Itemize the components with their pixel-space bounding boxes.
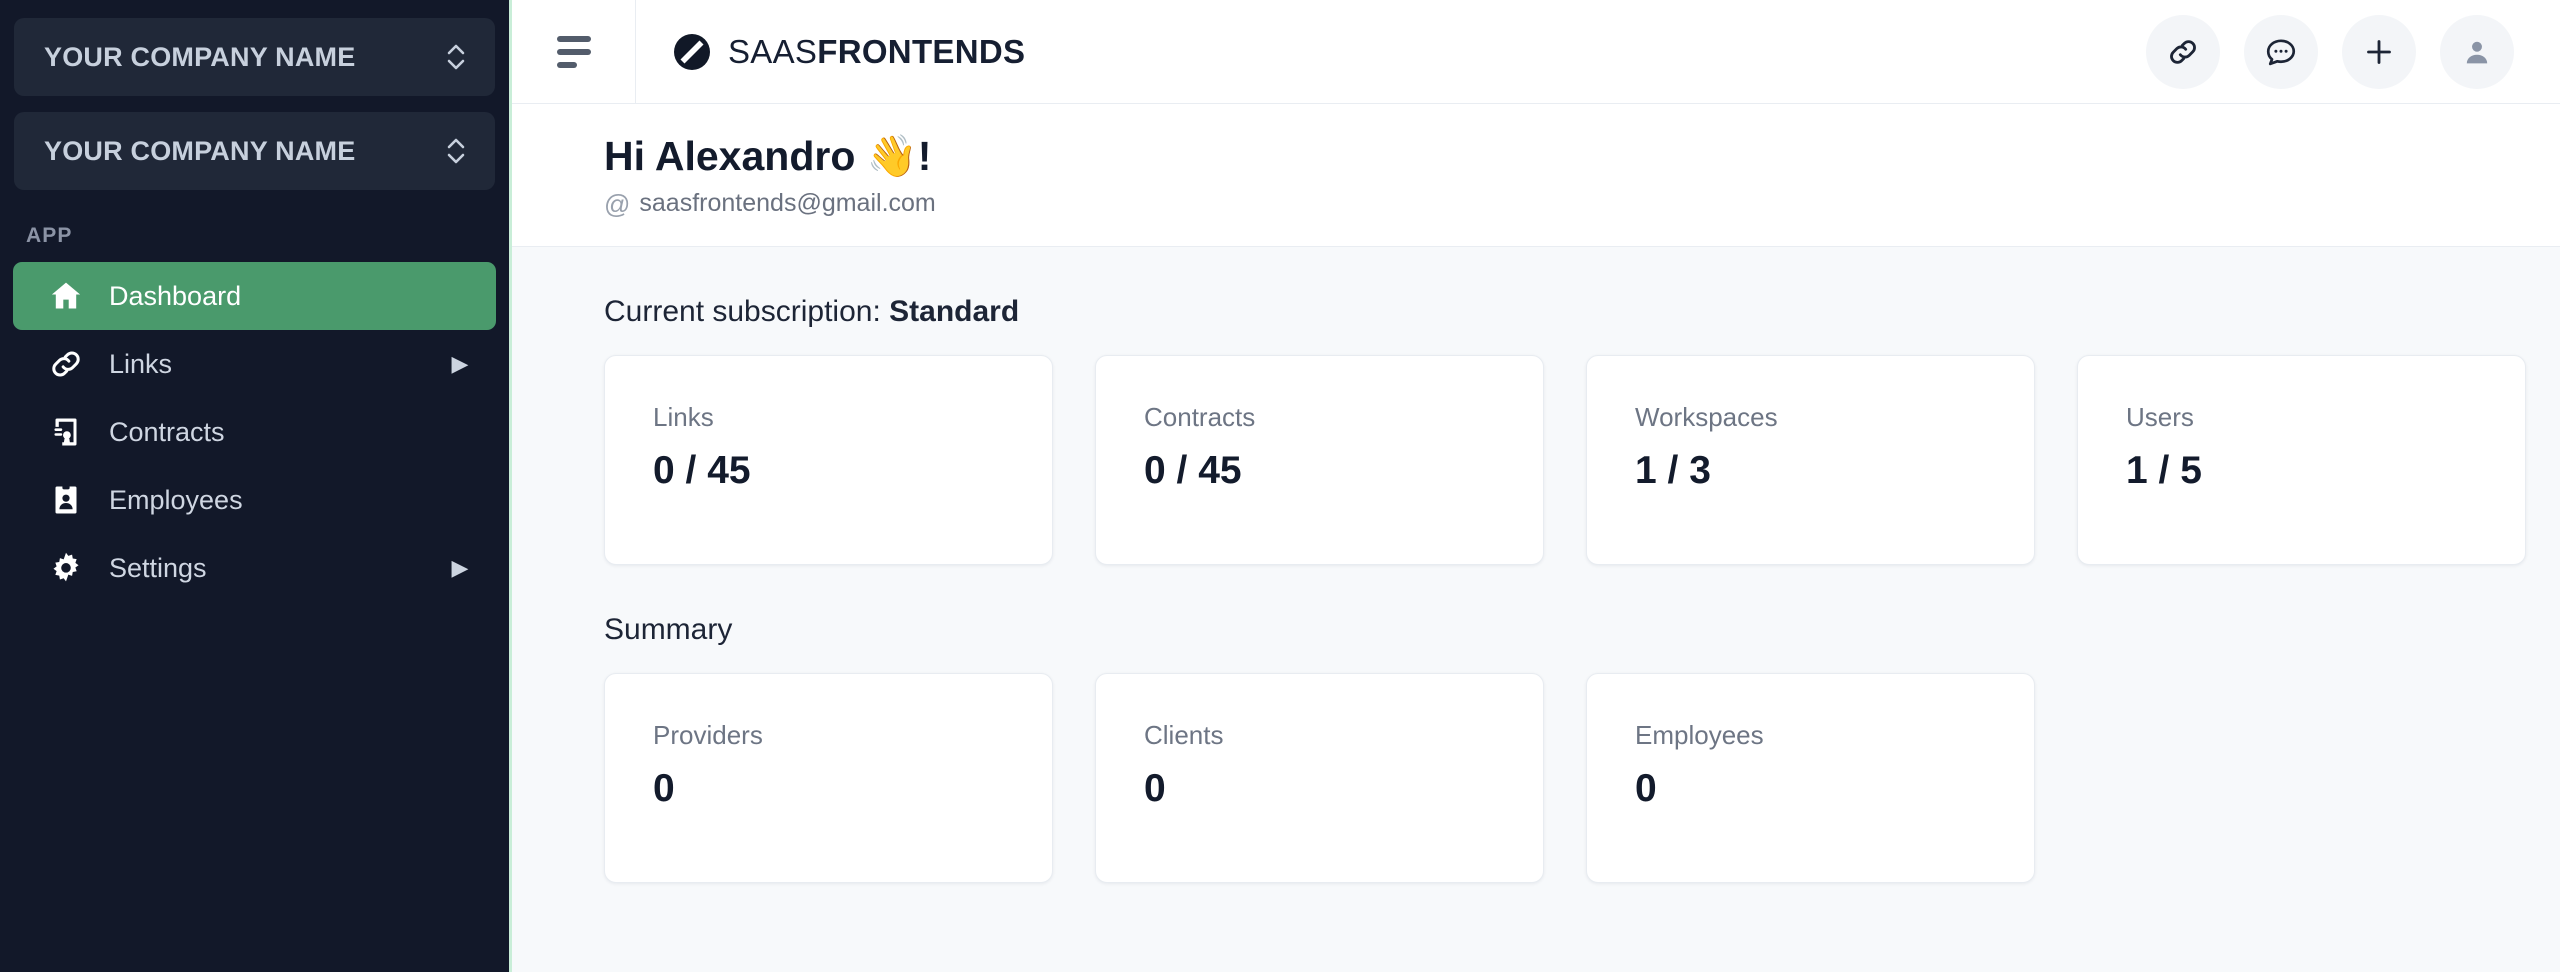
subscription-plan: Standard [889, 295, 1020, 329]
brand-text-bold: FRONTENDS [817, 32, 1026, 70]
sidebar-item-contracts[interactable]: Contracts [13, 398, 496, 466]
sidebar-item-dashboard-caret [448, 284, 472, 308]
quota-card-row: Links 0 / 45 Contracts 0 / 45 Workspaces… [604, 355, 2560, 566]
stat-card-value: 1 / 5 [2126, 449, 2202, 493]
org-switcher-secondary[interactable]: YOUR COMPANY NAME [14, 112, 495, 190]
link-icon [45, 343, 87, 385]
dashboard-content: Current subscription: Standard Links 0 /… [512, 247, 2560, 972]
sidebar-item-dashboard[interactable]: Dashboard [13, 262, 496, 330]
brand-text-light: SAAS [728, 32, 818, 70]
subscription-line: Current subscription: Standard [604, 295, 2560, 329]
subscription-prefix: Current subscription: [604, 295, 881, 329]
add-button[interactable] [2342, 14, 2416, 89]
stat-card-label: Providers [653, 720, 763, 751]
stat-card-label: Users [2126, 402, 2194, 433]
stat-card-clients[interactable]: Clients 0 [1095, 673, 1544, 884]
stat-card-value: 0 / 45 [653, 449, 751, 493]
chevron-up-down-icon [443, 131, 469, 171]
stat-card-employees[interactable]: Employees 0 [1586, 673, 2035, 884]
saasfrontends-logo-icon [672, 32, 712, 72]
stat-card-users[interactable]: Users 1 / 5 [2077, 355, 2526, 566]
gear-icon [45, 547, 87, 589]
greeting-section: Hi Alexandro 👋! @ saasfrontends@gmail.co… [512, 104, 2560, 248]
sidebar-item-employees-label: Employees [109, 484, 243, 515]
stat-card-label: Links [653, 402, 714, 433]
at-sign-icon: @ [604, 188, 631, 219]
stat-card-label: Clients [1144, 720, 1224, 751]
stat-card-value: 0 / 45 [1144, 449, 1242, 493]
sidebar-item-links-caret[interactable]: ▶ [448, 352, 472, 376]
summary-card-row: Providers 0 Clients 0 Employees 0 [604, 673, 2560, 884]
stat-card-label: Contracts [1144, 402, 1256, 433]
stat-card-value: 0 [1144, 767, 1166, 811]
chat-button[interactable] [2244, 14, 2318, 89]
stat-card-providers[interactable]: Providers 0 [604, 673, 1053, 884]
sidebar-nav: Dashboard Links ▶ Contracts Employees Se… [0, 262, 509, 602]
brand-logo[interactable]: SAASFRONTENDS [636, 32, 1025, 72]
sidebar-item-links-label: Links [109, 348, 173, 379]
hamburger-icon[interactable] [512, 0, 636, 104]
stat-card-workspaces[interactable]: Workspaces 1 / 3 [1586, 355, 2035, 566]
stat-card-label: Workspaces [1635, 402, 1778, 433]
home-icon [45, 275, 87, 317]
sidebar-item-employees[interactable]: Employees [13, 466, 496, 534]
summary-title: Summary [604, 613, 733, 647]
stat-card-links[interactable]: Links 0 / 45 [604, 355, 1053, 566]
hamburger-bar [556, 48, 591, 55]
sidebar-item-settings-label: Settings [109, 552, 207, 583]
sidebar-item-settings-caret[interactable]: ▶ [448, 556, 472, 580]
link-button[interactable] [2146, 14, 2220, 89]
org-switcher-primary[interactable]: YOUR COMPANY NAME [14, 18, 495, 96]
topbar: SAASFRONTENDS [512, 0, 2560, 104]
main-area: SAASFRONTENDS Hi Alexandro 👋! @ saasfron… [512, 0, 2560, 972]
badge-icon [45, 479, 87, 521]
org-switcher-secondary-label: YOUR COMPANY NAME [44, 135, 356, 166]
sidebar-item-contracts-caret [448, 420, 472, 444]
stat-card-value: 0 [653, 767, 675, 811]
stat-card-contracts[interactable]: Contracts 0 / 45 [1095, 355, 1544, 566]
stat-card-value: 1 / 3 [1635, 449, 1711, 493]
user-email: saasfrontends@gmail.com [639, 189, 936, 218]
contract-icon [45, 411, 87, 453]
hamburger-bar [556, 35, 591, 42]
stat-card-label: Employees [1635, 720, 1764, 751]
sidebar-item-contracts-label: Contracts [109, 416, 225, 447]
topbar-actions [2146, 14, 2560, 89]
sidebar-item-links[interactable]: Links ▶ [13, 330, 496, 398]
user-email-row: @ saasfrontends@gmail.com [604, 189, 2560, 218]
brand-text: SAASFRONTENDS [728, 33, 1025, 71]
page-title: Hi Alexandro 👋! [604, 133, 932, 179]
sidebar-item-settings[interactable]: Settings ▶ [13, 534, 496, 602]
app-root: YOUR COMPANY NAME YOUR COMPANY NAME APP [0, 0, 2560, 972]
org-switcher-primary-label: YOUR COMPANY NAME [44, 41, 356, 72]
sidebar: YOUR COMPANY NAME YOUR COMPANY NAME APP [0, 0, 512, 972]
profile-button[interactable] [2440, 14, 2514, 89]
hamburger-bar [556, 61, 577, 68]
chevron-up-down-icon [443, 37, 469, 77]
sidebar-item-dashboard-label: Dashboard [109, 280, 242, 311]
sidebar-item-employees-caret [448, 488, 472, 512]
sidebar-section-label: APP [26, 224, 73, 247]
stat-card-value: 0 [1635, 767, 1657, 811]
